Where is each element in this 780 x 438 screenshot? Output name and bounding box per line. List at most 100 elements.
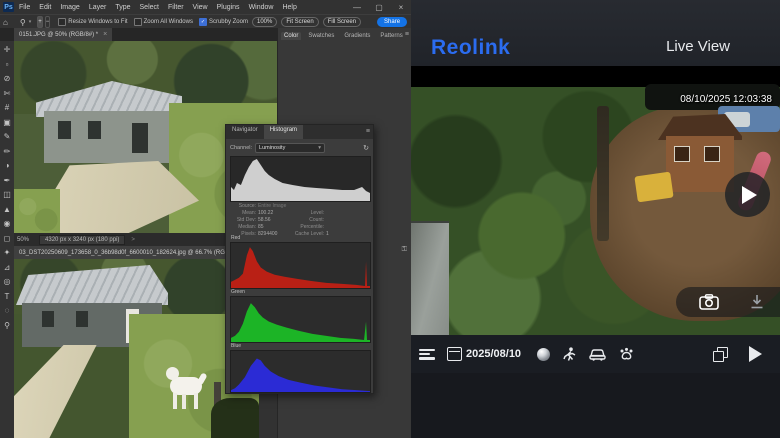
multi-view-icon[interactable] xyxy=(713,347,728,362)
stat-label: Count: xyxy=(309,217,324,224)
tool-icon[interactable]: ✏ xyxy=(0,145,14,158)
checkbox-label: Scrubby Zoom xyxy=(208,19,248,25)
menu-item[interactable]: Edit xyxy=(39,4,51,11)
menu-item[interactable]: Type xyxy=(115,4,130,11)
checkbox-label: Zoom All Windows xyxy=(143,19,193,25)
color-panel-tab[interactable]: Patterns xyxy=(377,32,405,40)
lock-icon: ⚿ xyxy=(401,246,407,253)
panel-menu-icon[interactable]: ≡ xyxy=(405,31,409,38)
share-button[interactable]: Share xyxy=(377,17,408,27)
screen: Ps File Edit Image Layer Type Select Filter Vie… xyxy=(0,0,780,438)
vehicle-filter-icon[interactable] xyxy=(589,347,606,361)
pet-filter-icon[interactable] xyxy=(619,347,634,361)
zoom-tool-icon[interactable]: ⚲ xyxy=(20,18,26,27)
source-dropdown[interactable]: Entire Image xyxy=(258,203,286,209)
home-icon[interactable]: ⌂ xyxy=(3,18,8,27)
menu-item[interactable]: View xyxy=(193,4,208,11)
channel-label: Channel: xyxy=(230,145,253,151)
tool-icon[interactable]: ▲ xyxy=(0,203,14,216)
camera-feed[interactable]: 08/10/2025 12:03:38 xyxy=(411,66,780,335)
document-canvas-2[interactable] xyxy=(14,259,259,438)
color-panel-tab[interactable]: Gradients xyxy=(341,32,373,40)
house-window xyxy=(58,121,71,139)
tab-navigator[interactable]: Navigator xyxy=(226,125,264,139)
page-title: Live View xyxy=(666,38,730,55)
refresh-icon[interactable]: ↻ xyxy=(363,144,369,152)
motion-filter-icon[interactable] xyxy=(537,347,551,361)
play-button[interactable] xyxy=(749,346,762,362)
tool-icon[interactable]: ▣ xyxy=(0,116,14,129)
tool-icon[interactable]: ⚲ xyxy=(0,319,14,332)
chevron-right-icon[interactable]: > xyxy=(131,237,135,243)
tool-icon[interactable]: ✛ xyxy=(0,43,14,56)
zoom-100-button[interactable]: 100% xyxy=(251,17,278,27)
stat-label: Level: xyxy=(310,210,324,217)
menu-item[interactable]: File xyxy=(19,4,30,11)
menu-item[interactable]: Image xyxy=(60,4,79,11)
tool-icon[interactable]: ◌ xyxy=(0,304,14,317)
download-icon[interactable] xyxy=(749,294,765,310)
document-tab-2[interactable]: 03_DST20250609_173658_0_36b98d0f_6600010… xyxy=(14,246,254,259)
fill-screen-button[interactable]: Fill Screen xyxy=(322,17,362,27)
snapshot-camera-icon[interactable] xyxy=(699,294,719,310)
dog-leg xyxy=(194,393,198,409)
green-channel-label: Green xyxy=(231,289,245,295)
tool-icon[interactable]: ◻ xyxy=(0,232,14,245)
zoom-all-windows-checkbox[interactable]: Zoom All Windows xyxy=(133,18,193,26)
play-overlay-button[interactable] xyxy=(725,172,770,217)
checkbox-icon xyxy=(58,18,67,26)
stat-value: 58.56 xyxy=(258,217,271,224)
panel-menu-icon[interactable]: ≡ xyxy=(366,128,370,135)
zoom-out-button[interactable]: − xyxy=(44,16,51,28)
close-button[interactable]: × xyxy=(391,0,411,14)
tool-icon[interactable]: ✎ xyxy=(0,130,14,143)
maximize-button[interactable]: ▢ xyxy=(369,0,389,14)
tool-icon[interactable]: ⊿ xyxy=(0,261,14,274)
document-tab-1[interactable]: 0151.JPG @ 50% (RGB/8#) * × xyxy=(14,28,113,41)
document-tab-label: 0151.JPG @ 50% (RGB/8#) * xyxy=(19,31,99,38)
tool-icon[interactable]: ✄ xyxy=(0,87,14,100)
minimize-button[interactable]: — xyxy=(347,0,367,14)
tool-icon[interactable]: # xyxy=(0,101,14,114)
color-panel-tab[interactable]: Color xyxy=(281,32,302,40)
zoom-in-button[interactable]: + xyxy=(37,16,43,28)
menu-item[interactable]: Help xyxy=(282,4,296,11)
fit-screen-button[interactable]: Fit Screen xyxy=(281,17,319,27)
playback-list-icon[interactable] xyxy=(419,348,435,360)
color-panel-tabs: Color Swatches Gradients Patterns xyxy=(278,28,412,44)
tool-icon[interactable]: T xyxy=(0,290,14,303)
playhouse-window xyxy=(674,146,690,162)
tool-icon[interactable]: ✦ xyxy=(0,246,14,259)
menu-item[interactable]: Plugins xyxy=(217,4,240,11)
resize-windows-checkbox[interactable]: Resize Windows to Fit xyxy=(58,18,128,26)
channel-dropdown[interactable]: Luminosity ▾ xyxy=(255,143,326,153)
house-window xyxy=(76,311,88,327)
zoom-level[interactable]: 50% xyxy=(17,237,29,243)
tool-icon[interactable]: ⊘ xyxy=(0,72,14,85)
document-tab-label: 03_DST20250609_173658_0_36b98d0f_6600010… xyxy=(19,249,240,256)
bush xyxy=(211,398,259,438)
tool-icon[interactable]: ▫ xyxy=(0,58,14,71)
tool-icon[interactable]: ✒ xyxy=(0,174,14,187)
menu-item[interactable]: Layer xyxy=(89,4,107,11)
color-panel-tab[interactable]: Swatches xyxy=(305,32,337,40)
reolink-window: Reolink Live View 08/10/2025 12:03:38 20… xyxy=(411,0,780,438)
house-window xyxy=(42,311,54,327)
tool-icon[interactable]: ◫ xyxy=(0,188,14,201)
chevron-down-icon[interactable]: ▾ xyxy=(29,19,32,25)
tool-icon[interactable]: ◑ xyxy=(0,159,14,172)
menu-item[interactable]: Select xyxy=(140,4,159,11)
histogram-panel-tabs: Navigator Histogram xyxy=(226,125,373,139)
ps-toolbar: ✛ ▫ ⊘ ✄ # ▣ ✎ ✏ ◑ ✒ ◫ ▲ ◉ ◻ ✦ ⊿ ◎ T ◌ ⚲ xyxy=(0,41,15,438)
scrubby-zoom-checkbox[interactable]: ✓ Scrubby Zoom xyxy=(198,18,248,26)
dog-leg xyxy=(173,393,177,409)
tool-icon[interactable]: ◉ xyxy=(0,217,14,230)
person-filter-icon[interactable] xyxy=(563,346,576,362)
menu-item[interactable]: Window xyxy=(249,4,274,11)
tool-icon[interactable]: ◎ xyxy=(0,275,14,288)
close-tab-icon[interactable]: × xyxy=(103,31,107,38)
white-dog xyxy=(166,363,208,415)
menu-item[interactable]: Filter xyxy=(168,4,184,11)
tab-histogram[interactable]: Histogram xyxy=(263,125,304,139)
date-picker[interactable]: 2025/08/10 xyxy=(447,347,521,361)
